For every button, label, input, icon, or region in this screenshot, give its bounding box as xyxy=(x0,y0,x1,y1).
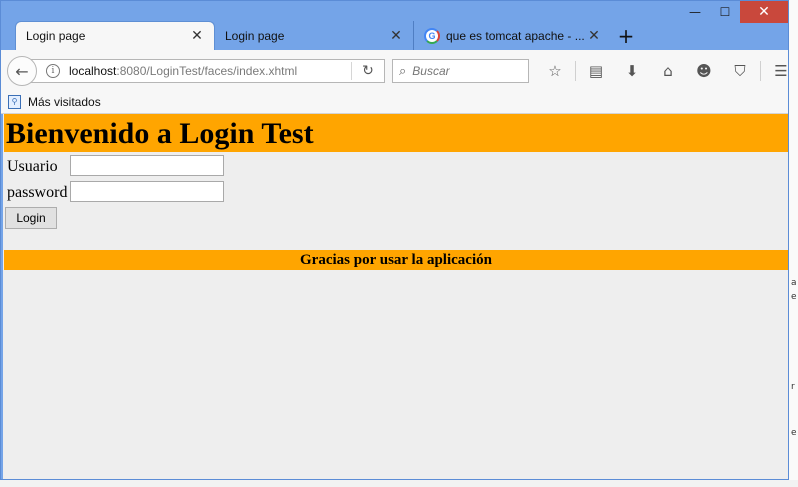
bookmark-star-icon[interactable]: ☆ xyxy=(537,62,573,80)
tab-label: Login page xyxy=(225,28,285,43)
menu-icon[interactable]: ☰ xyxy=(763,62,788,80)
tab-label: que es tomcat apache - ... xyxy=(446,28,585,43)
toolbar-divider xyxy=(760,61,761,81)
download-icon[interactable]: ⬇ xyxy=(614,62,650,80)
url-text[interactable]: localhost:8080/LoginTest/faces/index.xht… xyxy=(69,64,351,78)
hello-icon[interactable]: ☻ xyxy=(686,62,722,80)
page-content: Bienvenido a Login Test Usuario password… xyxy=(3,114,788,479)
pocket-icon[interactable]: ⛉ xyxy=(722,62,758,80)
tab-tomcat-search[interactable]: G que es tomcat apache - ... ✕ xyxy=(413,21,611,50)
username-input[interactable] xyxy=(70,155,224,176)
footer-banner: Gracias por usar la aplicación xyxy=(4,250,788,270)
password-label: password xyxy=(7,184,68,201)
desktop-text-fragment: e xyxy=(791,428,797,438)
home-icon[interactable]: ⌂ xyxy=(650,62,686,80)
most-visited-folder-icon: ⚲ xyxy=(8,94,21,109)
url-path: :8080/LoginTest/faces/index.xhtml xyxy=(116,64,298,78)
username-label: Usuario xyxy=(7,158,58,175)
toolbar-icons: ☆ ▤ ⬇ ⌂ ☻ ⛉ ☰ xyxy=(537,59,788,83)
title-bar[interactable]: — ☐ ✕ Login page ✕ Login page ✕ G que es… xyxy=(1,1,788,50)
close-window-button[interactable]: ✕ xyxy=(740,1,788,23)
maximize-button[interactable]: ☐ xyxy=(710,1,740,23)
url-host: localhost xyxy=(69,64,117,78)
header-banner: Bienvenido a Login Test xyxy=(4,114,788,152)
password-input[interactable] xyxy=(70,181,224,202)
reload-icon[interactable]: ↻ xyxy=(352,63,384,79)
tab-login-page-active[interactable]: Login page ✕ xyxy=(15,21,215,50)
page-title: Bienvenido a Login Test xyxy=(6,117,314,150)
new-tab-button[interactable]: + xyxy=(611,21,641,50)
taskbar-edge xyxy=(0,480,798,487)
toolbar-divider xyxy=(575,61,576,81)
browser-window: — ☐ ✕ Login page ✕ Login page ✕ G que es… xyxy=(0,0,789,480)
desktop-text-fragment: a xyxy=(791,278,797,288)
footer-text: Gracias por usar la aplicación xyxy=(300,251,492,268)
navigation-toolbar: i localhost:8080/LoginTest/faces/index.x… xyxy=(1,50,788,90)
login-button[interactable]: Login xyxy=(5,207,57,229)
search-placeholder: Buscar xyxy=(412,64,450,78)
window-controls: — ☐ ✕ xyxy=(680,1,788,29)
site-info-icon[interactable]: i xyxy=(46,64,60,78)
tab-strip: Login page ✕ Login page ✕ G que es tomca… xyxy=(15,21,641,50)
tab-close-icon[interactable]: ✕ xyxy=(587,28,601,44)
back-button[interactable]: ← xyxy=(7,56,37,86)
minimize-button[interactable]: — xyxy=(680,1,710,23)
bookmark-most-visited[interactable]: Más visitados xyxy=(28,95,101,109)
search-icon: ⌕ xyxy=(399,63,407,79)
tab-close-icon[interactable]: ✕ xyxy=(190,28,204,44)
tab-label: Login page xyxy=(26,29,86,43)
tab-login-page[interactable]: Login page ✕ xyxy=(215,21,413,50)
bookmarks-toolbar: ⚲ Más visitados xyxy=(1,90,788,114)
desktop-background: a e r e xyxy=(788,0,798,487)
reading-list-icon[interactable]: ▤ xyxy=(578,62,614,80)
desktop-text-fragment: r xyxy=(791,382,795,392)
google-g-icon: G xyxy=(424,27,440,44)
tab-close-icon[interactable]: ✕ xyxy=(389,28,403,44)
desktop-text-fragment: e xyxy=(791,292,797,302)
search-input[interactable]: ⌕ Buscar xyxy=(392,59,529,83)
url-bar[interactable]: i localhost:8080/LoginTest/faces/index.x… xyxy=(29,59,385,83)
